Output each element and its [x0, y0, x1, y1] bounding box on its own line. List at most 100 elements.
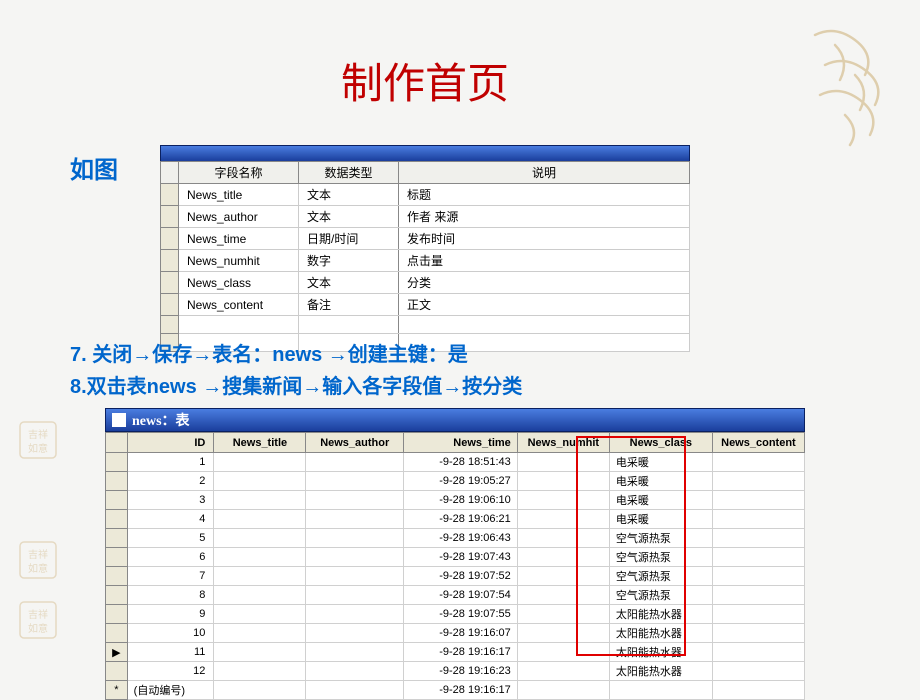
row-selector: * — [106, 681, 128, 700]
cell: -9-28 19:05:27 — [404, 472, 518, 491]
fields-table-container: 字段名称 数据类型 说明 News_title文本标题News_author文本… — [160, 145, 690, 352]
row-sel-header — [106, 433, 128, 453]
cell: -9-28 19:07:55 — [404, 605, 518, 624]
cell — [712, 510, 804, 529]
seal-decoration-3: 吉祥如意 — [18, 600, 58, 640]
cell — [712, 681, 804, 700]
cell — [214, 510, 306, 529]
cell — [214, 472, 306, 491]
cell — [214, 529, 306, 548]
cell: 空气源热泵 — [609, 586, 712, 605]
cell — [306, 510, 404, 529]
cell — [712, 586, 804, 605]
cell — [306, 643, 404, 662]
cell: 日期/时间 — [299, 228, 399, 250]
table1-header-row: 字段名称 数据类型 说明 — [161, 162, 690, 184]
col-field-name: 字段名称 — [179, 162, 299, 184]
cell: -9-28 18:51:43 — [404, 453, 518, 472]
cell: 文本 — [299, 272, 399, 294]
col-news-numhit: News_numhit — [517, 433, 609, 453]
row-selector — [106, 529, 128, 548]
cell — [712, 548, 804, 567]
row-selector — [106, 510, 128, 529]
cell: 3 — [127, 491, 214, 510]
col-news-time: News_time — [404, 433, 518, 453]
cell: (自动编号) — [127, 681, 214, 700]
cell: 5 — [127, 529, 214, 548]
news-table-title: news：表 — [132, 410, 190, 430]
cell: 8 — [127, 586, 214, 605]
cell — [214, 491, 306, 510]
cell — [214, 567, 306, 586]
cell: 7 — [127, 567, 214, 586]
cell — [214, 681, 306, 700]
svg-text:吉祥: 吉祥 — [28, 548, 48, 561]
row-selector — [161, 250, 179, 272]
cell: 文本 — [299, 206, 399, 228]
cell — [517, 567, 609, 586]
table-icon — [112, 413, 126, 427]
cell: 12 — [127, 662, 214, 681]
table-row: News_time日期/时间发布时间 — [161, 228, 690, 250]
cell: 电采暖 — [609, 472, 712, 491]
row-selector — [106, 624, 128, 643]
watermark-corner — [795, 15, 915, 155]
table-row: 10-9-28 19:16:07太阳能热水器 — [106, 624, 805, 643]
cell — [517, 529, 609, 548]
cell — [609, 681, 712, 700]
cell — [299, 316, 399, 334]
row-selector — [161, 272, 179, 294]
cell: 作者 来源 — [399, 206, 690, 228]
cell — [712, 662, 804, 681]
cell: 正文 — [399, 294, 690, 316]
row-selector — [161, 206, 179, 228]
row-selector — [161, 184, 179, 206]
table-row: News_title文本标题 — [161, 184, 690, 206]
cell — [712, 624, 804, 643]
svg-text:如意: 如意 — [28, 442, 48, 455]
cell: 空气源热泵 — [609, 567, 712, 586]
row-selector — [106, 472, 128, 491]
cell: -9-28 19:16:17 — [404, 643, 518, 662]
cell — [712, 491, 804, 510]
row-selector — [106, 662, 128, 681]
cell — [214, 453, 306, 472]
table-row: 6-9-28 19:07:43空气源热泵 — [106, 548, 805, 567]
cell: -9-28 19:07:43 — [404, 548, 518, 567]
news-table-container: news：表 ID News_title News_author News_ti… — [105, 408, 805, 700]
cell — [517, 491, 609, 510]
row-selector — [106, 567, 128, 586]
slide-title: 制作首页 — [70, 50, 900, 111]
cell: 9 — [127, 605, 214, 624]
cell: 标题 — [399, 184, 690, 206]
cell — [306, 472, 404, 491]
cell — [214, 643, 306, 662]
step-7-text: 7. 关闭→保存→表名：news →创建主键：是 — [70, 338, 468, 367]
cell: News_numhit — [179, 250, 299, 272]
cell: News_content — [179, 294, 299, 316]
svg-text:如意: 如意 — [28, 562, 48, 575]
row-selector — [161, 228, 179, 250]
table-row: News_author文本作者 来源 — [161, 206, 690, 228]
cell: News_author — [179, 206, 299, 228]
row-selector — [106, 453, 128, 472]
table-row: 1-9-28 18:51:43电采暖 — [106, 453, 805, 472]
row-selector — [106, 605, 128, 624]
cell: -9-28 19:16:07 — [404, 624, 518, 643]
cell: 2 — [127, 472, 214, 491]
row-selector — [106, 491, 128, 510]
seal-decoration-2: 吉祥如意 — [18, 540, 58, 580]
cell — [712, 643, 804, 662]
cell — [712, 529, 804, 548]
cell — [517, 510, 609, 529]
table-row: *(自动编号)-9-28 19:16:17 — [106, 681, 805, 700]
cell — [179, 316, 299, 334]
cell: News_title — [179, 184, 299, 206]
cell — [399, 316, 690, 334]
row-selector-header — [161, 162, 179, 184]
row-selector — [161, 316, 179, 334]
cell — [306, 662, 404, 681]
table-row: 12-9-28 19:16:23太阳能热水器 — [106, 662, 805, 681]
cell: 空气源热泵 — [609, 548, 712, 567]
col-news-title: News_title — [214, 433, 306, 453]
